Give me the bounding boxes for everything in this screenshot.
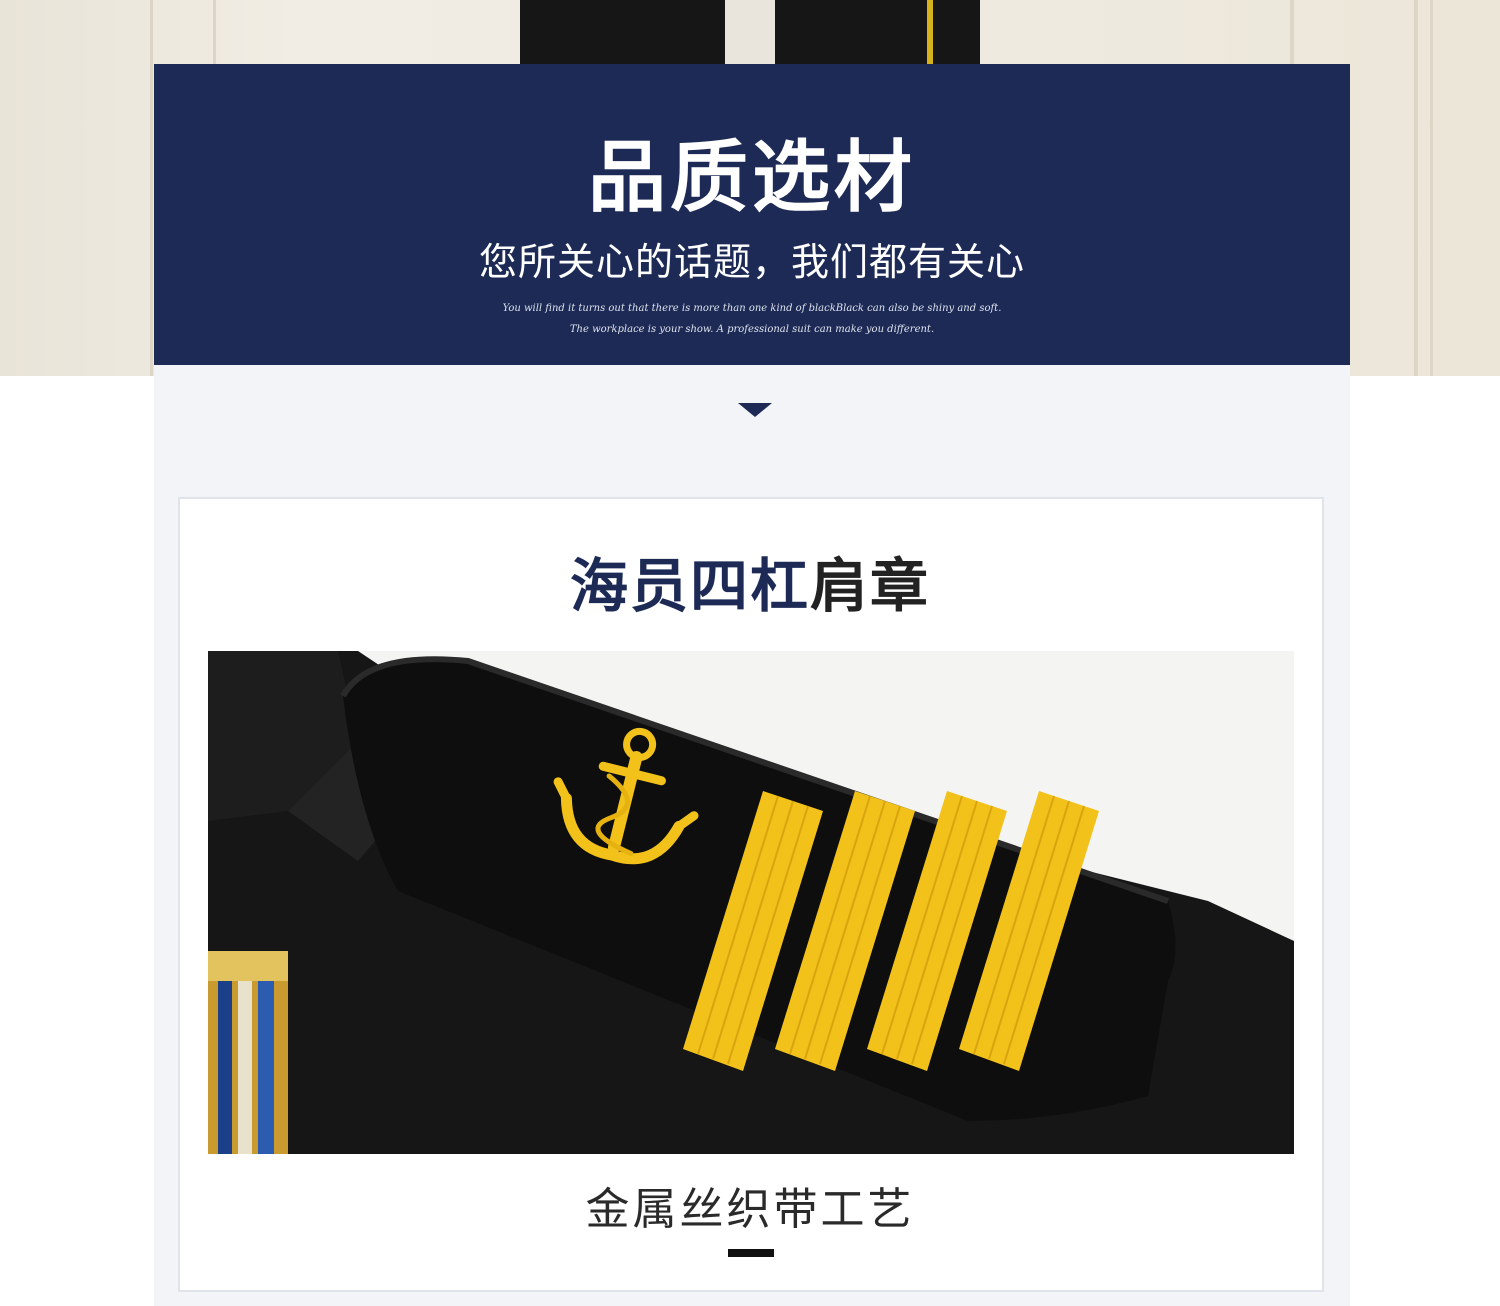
banner-subtitle: 您所关心的话题，我们都有关心 (478, 240, 1025, 284)
product-title: 海员四杠肩章 (0, 548, 1500, 624)
banner-english-line: You will find it turns out that there is… (502, 303, 1002, 314)
wall-panel (1430, 0, 1500, 376)
quality-banner: 品质选材 您所关心的话题，我们都有关心 You will find it tur… (154, 64, 1350, 365)
banner-english-text: You will find it turns out that there is… (154, 298, 1350, 340)
medal-ribbon (208, 951, 288, 1154)
product-caption: 金属丝织带工艺 (585, 1184, 915, 1235)
banner-english-line: The workplace is your show. A profession… (569, 324, 935, 335)
caption-underline (728, 1249, 774, 1257)
epaulette-illustration (208, 651, 1294, 1154)
triangle-down-icon (738, 403, 772, 417)
product-title-rest: 肩章 (810, 552, 931, 620)
trouser-leg-gap (725, 0, 775, 64)
model-trousers (520, 0, 980, 64)
banner-title: 品质选材 (587, 133, 916, 223)
epaulette-photo (208, 651, 1294, 1154)
product-title-highlight: 海员四杠 (569, 552, 810, 620)
trouser-gold-stripe (927, 0, 933, 64)
